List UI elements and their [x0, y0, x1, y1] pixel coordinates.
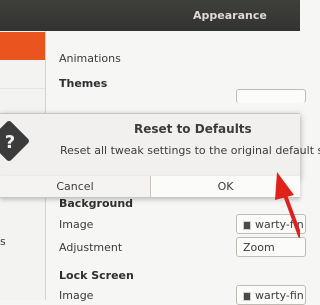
background-image-value: warty-fin [255, 218, 304, 231]
lock-image-label: Image [59, 289, 94, 302]
sidebar-item-selected[interactable] [0, 32, 45, 60]
reset-dialog: ? Reset to Defaults Reset all tweak sett… [0, 113, 320, 178]
lock-image-combo[interactable]: warty-fin [236, 285, 306, 305]
question-icon: ? [0, 121, 40, 161]
lock-image-value: warty-fin [255, 289, 304, 302]
svg-text:?: ? [5, 132, 15, 153]
title-bar: Appearance [0, 0, 300, 31]
background-adjustment-label: Adjustment [59, 241, 123, 254]
sidebar-item[interactable] [0, 61, 45, 89]
background-header: Background [59, 197, 134, 210]
cancel-button[interactable]: Cancel [0, 176, 151, 197]
sidebar-item-label-partial: s [0, 235, 6, 248]
ok-button[interactable]: OK [151, 176, 300, 197]
dialog-button-bar: Cancel OK [0, 176, 300, 198]
dialog-message: Reset all tweak settings to the original… [60, 144, 320, 157]
lock-screen-header: Lock Screen [59, 269, 134, 282]
window-title: Appearance [193, 9, 267, 22]
background-image-label: Image [59, 218, 94, 231]
background-adjustment-value: Zoom [243, 241, 275, 254]
themes-header: Themes [59, 77, 108, 90]
dialog-title: Reset to Defaults [134, 122, 252, 136]
background-image-combo[interactable]: warty-fin [236, 214, 306, 234]
image-file-icon [243, 220, 251, 230]
themes-combo-partial[interactable] [236, 89, 306, 103]
animations-label: Animations [59, 52, 121, 65]
image-file-icon [243, 291, 251, 301]
background-adjustment-combo[interactable]: Zoom [236, 237, 306, 257]
